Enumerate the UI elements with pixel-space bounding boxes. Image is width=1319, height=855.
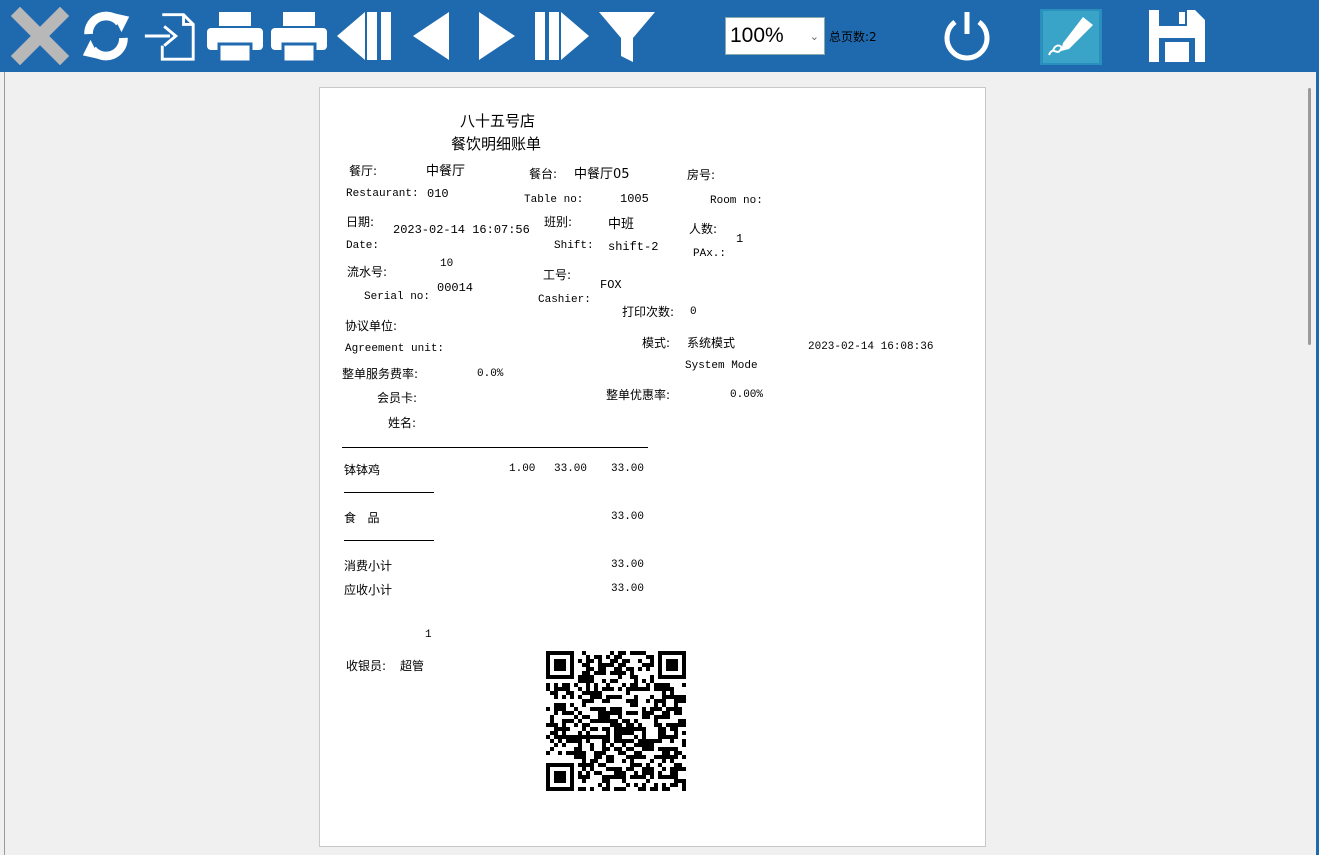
agreement-label: 协议单位: (345, 319, 398, 333)
serial-label: 流水号: (347, 265, 388, 279)
shift-value: 中班 (608, 217, 635, 232)
name-label: 姓名: (388, 416, 417, 430)
table-en-label: Table no: (524, 194, 584, 206)
cashier-label: 收银员: (346, 659, 387, 673)
date-en-label: Date: (346, 240, 380, 252)
shift-code: shift-2 (608, 240, 659, 254)
mode-en-label: System Mode (685, 360, 758, 372)
signature-icon[interactable] (1040, 9, 1102, 65)
first-page-icon[interactable] (334, 6, 396, 66)
table-label: 餐台: (529, 167, 558, 181)
receivable-label: 应收小计 (344, 583, 393, 597)
subtotal-value: 33.00 (611, 559, 645, 571)
serial-top: 10 (440, 258, 454, 270)
category-amount: 33.00 (611, 511, 645, 523)
shift-label: 班别: (544, 215, 573, 229)
save-icon[interactable] (1146, 6, 1208, 66)
item-qty: 1.00 (509, 463, 536, 475)
last-page-icon[interactable] (530, 6, 592, 66)
item-price: 33.00 (554, 463, 588, 475)
print-count-value: 0 (690, 306, 697, 318)
qr-code (546, 651, 686, 791)
serial-value: 00014 (437, 281, 474, 295)
item-amount: 33.00 (611, 463, 645, 475)
pax-en-label: PAx.: (693, 248, 727, 260)
serial-en-label: Serial no: (364, 291, 431, 303)
shop-name: 八十五号店 (460, 112, 536, 130)
date-value: 2023-02-14 16:07:56 (393, 223, 530, 237)
member-card-label: 会员卡: (377, 391, 418, 405)
toolbar: 100% ⌄ 总页数:2 (0, 0, 1319, 72)
filter-icon[interactable] (596, 6, 658, 66)
zoom-value: 100% (730, 24, 784, 47)
cashier-en-label: Cashier: (538, 294, 591, 306)
subtotal-label: 消费小计 (344, 559, 393, 573)
mode-label: 模式: (642, 336, 671, 350)
chevron-down-icon: ⌄ (809, 29, 819, 43)
room-en-label: Room no: (710, 195, 763, 207)
receipt-title: 餐饮明细账单 (451, 135, 542, 153)
divider (344, 492, 434, 493)
room-label: 房号: (687, 168, 716, 182)
divider (344, 540, 434, 541)
restaurant-value: 中餐厅 (426, 164, 466, 179)
receipt-page: 八十五号店 餐饮明细账单 餐厅: 中餐厅 餐台: 中餐厅05 房号: Resta… (319, 87, 986, 847)
restaurant-en-label: Restaurant: (346, 188, 419, 200)
next-page-icon[interactable] (466, 6, 528, 66)
divider (342, 447, 648, 448)
zoom-select[interactable]: 100% ⌄ (725, 17, 825, 55)
cashier-value: 超管 (400, 659, 425, 673)
restaurant-label: 餐厅: (349, 164, 378, 178)
service-rate-value: 0.0% (477, 368, 504, 380)
table-number: 1005 (620, 192, 649, 206)
print-count-label: 打印次数: (622, 305, 675, 319)
page-total: 总页数:2 (829, 30, 877, 44)
item-name: 钵钵鸡 (344, 463, 381, 477)
restaurant-code: 010 (427, 187, 449, 201)
agreement-en-label: Agreement unit: (345, 343, 445, 355)
discount-label: 整单优惠率: (606, 388, 671, 402)
pax-value: 1 (736, 232, 744, 246)
close-icon[interactable] (8, 6, 72, 66)
cashier-id-label: 工号: (543, 268, 572, 282)
category-label: 食 品 (344, 511, 380, 525)
export-icon[interactable] (140, 6, 200, 66)
pax-label: 人数: (689, 222, 718, 236)
refresh-icon[interactable] (76, 6, 136, 66)
cashier-id-value: FOX (600, 278, 622, 292)
print-icon[interactable] (204, 6, 266, 66)
previous-page-icon[interactable] (400, 6, 462, 66)
vertical-scrollbar[interactable] (1308, 88, 1311, 345)
mode-value: 系统模式 (687, 336, 736, 350)
printer-icon[interactable] (268, 6, 330, 66)
mode-time: 2023-02-14 16:08:36 (808, 341, 934, 353)
date-label: 日期: (346, 215, 375, 229)
receivable-value: 33.00 (611, 583, 645, 595)
table-value: 中餐厅05 (574, 167, 630, 182)
discount-value: 0.00% (730, 389, 764, 401)
shift-en-label: Shift: (554, 240, 594, 252)
service-rate-label: 整单服务费率: (342, 367, 419, 381)
page-number: 1 (425, 629, 432, 641)
power-icon[interactable] (936, 6, 998, 66)
